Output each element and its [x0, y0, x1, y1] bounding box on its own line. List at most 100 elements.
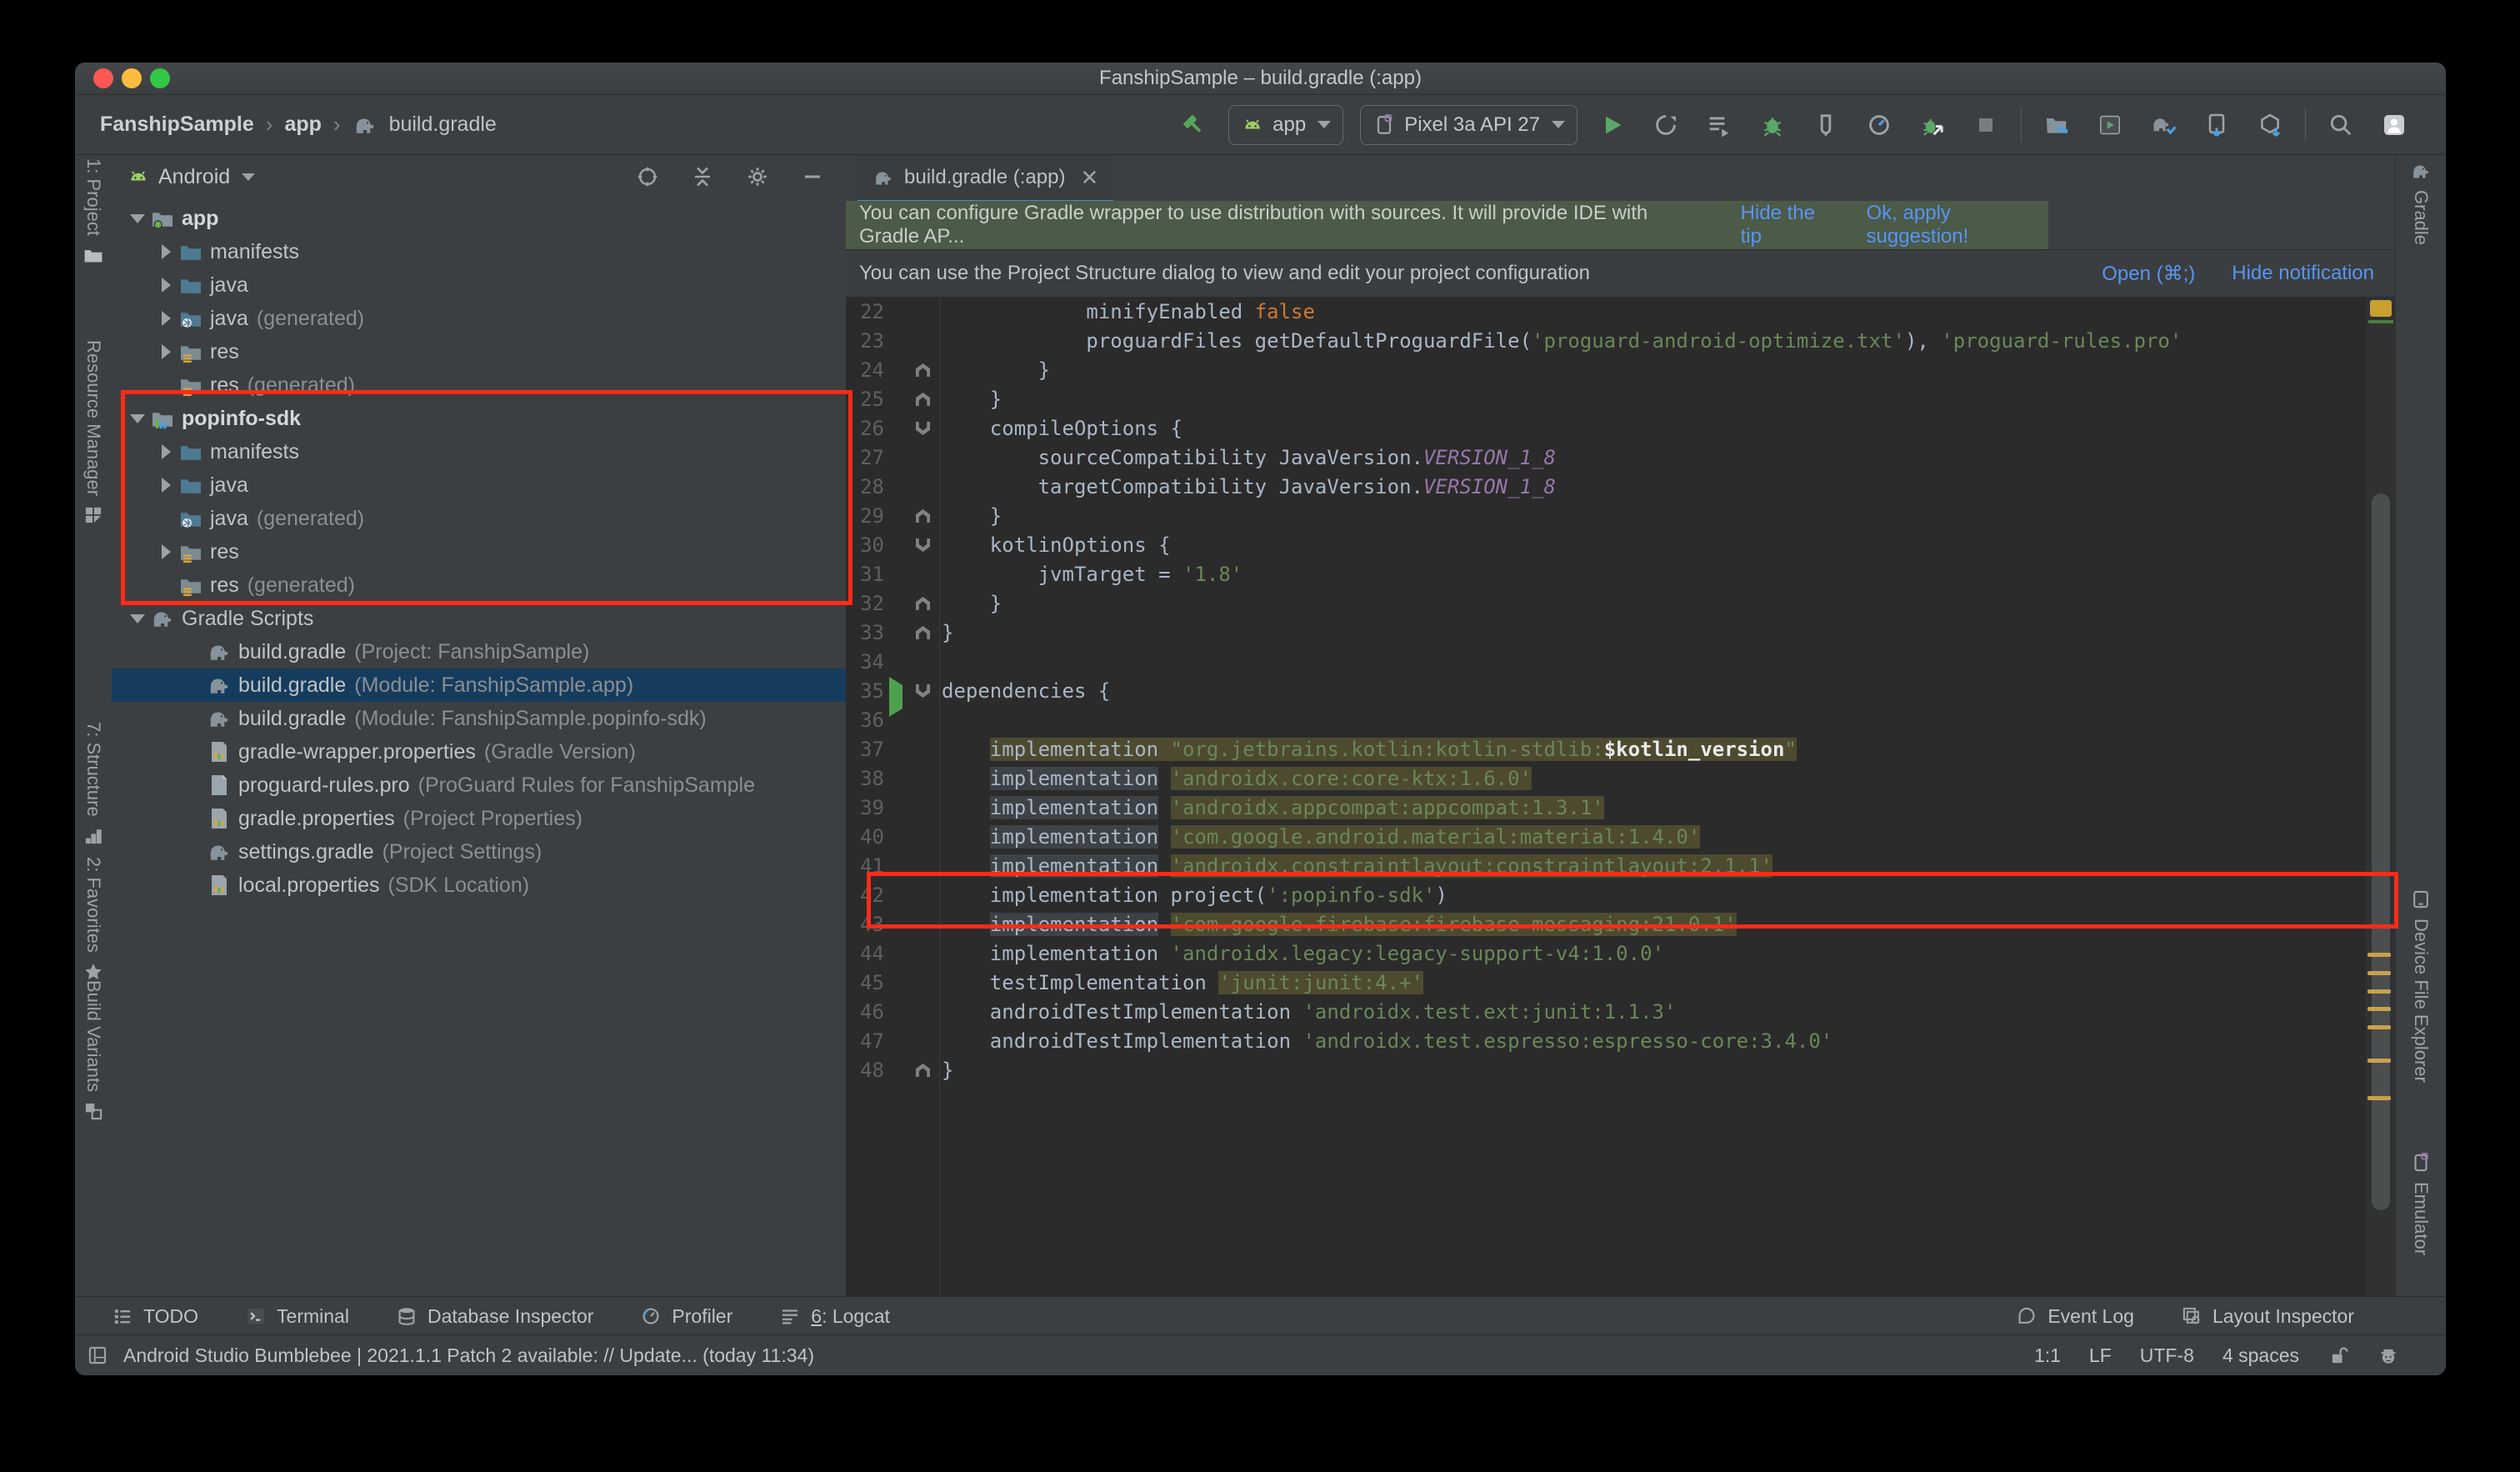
breadcrumb[interactable]: FanshipSample›app›build.gradle: [100, 95, 497, 154]
tree-down-arrow-icon[interactable]: [127, 614, 148, 623]
tree-item-build-gradle[interactable]: build.gradle(Module: FanshipSample.popin…: [112, 702, 846, 735]
daemon-face-icon[interactable]: [2378, 1344, 2399, 1366]
code-line-34[interactable]: 34: [846, 648, 2365, 677]
code-line-33[interactable]: 33}: [846, 618, 2365, 648]
profile-button[interactable]: [1861, 107, 1898, 143]
breadcrumb-item-FanshipSample[interactable]: FanshipSample: [100, 113, 254, 137]
warning-stripe-mark[interactable]: [2368, 971, 2391, 975]
code-line-25[interactable]: 25 }: [846, 385, 2365, 414]
tree-item-app[interactable]: app: [112, 202, 846, 235]
tree-item-res[interactable]: res: [112, 535, 846, 568]
tool-stripe-button-1-project[interactable]: 1: Project: [75, 158, 112, 266]
breadcrumb-item-app[interactable]: app: [284, 113, 321, 137]
fold-down-icon[interactable]: [916, 538, 930, 552]
tree-item-java[interactable]: java: [112, 268, 846, 302]
tool-stripe-button-emulator[interactable]: Emulator: [2396, 1152, 2446, 1255]
code-line-28[interactable]: 28 targetCompatibility JavaVersion.VERSI…: [846, 473, 2365, 502]
close-icon[interactable]: ✕: [1080, 165, 1098, 191]
tree-right-arrow-icon[interactable]: [155, 544, 177, 559]
fold-down-icon[interactable]: [916, 684, 930, 698]
fold-up-icon[interactable]: [916, 393, 930, 406]
tree-right-arrow-icon[interactable]: [155, 478, 177, 493]
tool-stripe-button-device-file-explorer[interactable]: Device File Explorer: [2396, 889, 2446, 1083]
toolwindow-button-database-inspector[interactable]: Database Inspector: [396, 1305, 593, 1328]
fold-up-icon[interactable]: [916, 626, 930, 639]
tree-right-arrow-icon[interactable]: [155, 444, 177, 459]
unlock-icon[interactable]: [2328, 1344, 2349, 1366]
code-line-46[interactable]: 46 androidTestImplementation 'androidx.t…: [846, 998, 2365, 1027]
stop-button[interactable]: [1968, 107, 2004, 143]
tool-stripe-button-2-favorites[interactable]: 2: Favorites: [75, 857, 112, 983]
toolwindow-button-6-logcat[interactable]: 6: Logcat: [779, 1305, 890, 1328]
warning-stripe-mark[interactable]: [2368, 1025, 2391, 1029]
tree-item-manifests[interactable]: manifests: [112, 435, 846, 468]
tree-right-arrow-icon[interactable]: [155, 311, 177, 326]
collapse-all-button[interactable]: [684, 158, 721, 195]
status-widget-4-spaces[interactable]: 4 spaces: [2222, 1344, 2299, 1367]
code-line-30[interactable]: 30 kotlinOptions {: [846, 531, 2365, 560]
run-button[interactable]: [1594, 107, 1631, 143]
open-project-structure-link[interactable]: Open (⌘;): [2102, 262, 2195, 286]
tab-build-gradle-app[interactable]: build.gradle (:app) ✕: [858, 155, 1113, 203]
panel-settings-button[interactable]: [739, 158, 776, 195]
code-line-41[interactable]: 41 implementation 'androidx.constraintla…: [846, 852, 2365, 881]
code-line-38[interactable]: 38 implementation 'androidx.core:core-kt…: [846, 764, 2365, 794]
tree-right-arrow-icon[interactable]: [155, 278, 177, 293]
status-widget-1-1[interactable]: 1:1: [2034, 1344, 2061, 1367]
locate-file-button[interactable]: [629, 158, 666, 195]
tree-item-gradle-properties[interactable]: gradle.properties(Project Properties): [112, 802, 846, 835]
build-list-button[interactable]: [1701, 107, 1738, 143]
code-line-47[interactable]: 47 androidTestImplementation 'androidx.t…: [846, 1027, 2365, 1056]
code-line-39[interactable]: 39 implementation 'androidx.appcompat:ap…: [846, 794, 2365, 823]
fold-up-icon[interactable]: [916, 509, 930, 523]
tool-stripe-button-build-variants[interactable]: Build Variants: [75, 980, 112, 1122]
warning-stripe-mark[interactable]: [2368, 953, 2391, 957]
tree-item-res[interactable]: res: [112, 335, 846, 368]
toolwindow-button-event-log[interactable]: Event Log: [2016, 1305, 2134, 1328]
code-line-43[interactable]: 43 implementation 'com.google.firebase:f…: [846, 910, 2365, 939]
code-line-26[interactable]: 26 compileOptions {: [846, 414, 2365, 443]
tree-item-res[interactable]: res(generated): [112, 368, 846, 402]
apply-suggestion-link[interactable]: Ok, apply suggestion!: [1867, 202, 2048, 248]
breadcrumb-item-build.gradle[interactable]: build.gradle: [389, 113, 497, 137]
sync-project-button[interactable]: [2038, 107, 2075, 143]
device-select[interactable]: Pixel 3a API 27: [1360, 105, 1578, 145]
tree-right-arrow-icon[interactable]: [155, 244, 177, 259]
code-line-40[interactable]: 40 implementation 'com.google.android.ma…: [846, 823, 2365, 852]
fold-down-icon[interactable]: [916, 422, 930, 435]
warning-stripe-mark[interactable]: [2368, 1096, 2391, 1100]
code-line-36[interactable]: 36: [846, 706, 2365, 735]
toolwindow-button-todo[interactable]: TODO: [112, 1305, 198, 1328]
toolwindow-button-terminal[interactable]: Terminal: [245, 1305, 349, 1328]
code-line-27[interactable]: 27 sourceCompatibility JavaVersion.VERSI…: [846, 443, 2365, 473]
code-line-45[interactable]: 45 testImplementation 'junit:junit:4.+': [846, 969, 2365, 998]
tool-window-layout-icon[interactable]: [87, 1344, 108, 1366]
code-line-23[interactable]: 23 proguardFiles getDefaultProguardFile(…: [846, 327, 2365, 356]
tree-item-settings-gradle[interactable]: settings.gradle(Project Settings): [112, 835, 846, 869]
tree-item-manifests[interactable]: manifests: [112, 235, 846, 268]
search-everywhere-button[interactable]: [2322, 107, 2359, 143]
run-configuration-select[interactable]: app: [1228, 105, 1343, 145]
code-line-22[interactable]: 22 minifyEnabled false: [846, 298, 2365, 327]
code-line-44[interactable]: 44 implementation 'androidx.legacy:legac…: [846, 939, 2365, 969]
window-titlebar[interactable]: FanshipSample – build.gradle (:app): [75, 63, 2446, 95]
editor-scrollbar-stripe[interactable]: [2364, 298, 2396, 1297]
tree-item-res[interactable]: res(generated): [112, 568, 846, 602]
gradle-sync-button[interactable]: [2145, 107, 2182, 143]
rerun-button[interactable]: [1648, 107, 1684, 143]
code-line-42[interactable]: 42 implementation project(':popinfo-sdk'…: [846, 881, 2365, 910]
fold-up-icon[interactable]: [916, 1064, 930, 1077]
hide-the-tip-link[interactable]: Hide the tip: [1741, 202, 1837, 248]
tree-item-build-gradle[interactable]: build.gradle(Module: FanshipSample.app): [112, 668, 846, 702]
tree-item-java[interactable]: java: [112, 468, 846, 502]
avd-manager-button[interactable]: [2252, 107, 2288, 143]
code-line-35[interactable]: 35dependencies {: [846, 677, 2365, 706]
toolwindow-button-layout-inspector[interactable]: Layout Inspector: [2181, 1305, 2354, 1328]
code-line-31[interactable]: 31 jvmTarget = '1.8': [846, 560, 2365, 589]
code-line-37[interactable]: 37 implementation "org.jetbrains.kotlin:…: [846, 735, 2365, 764]
project-view-selector[interactable]: Android: [127, 165, 255, 189]
device-manager-button[interactable]: [2092, 107, 2128, 143]
status-message[interactable]: Android Studio Bumblebee | 2021.1.1 Patc…: [123, 1344, 814, 1367]
tree-right-arrow-icon[interactable]: [155, 344, 177, 359]
tree-item-proguard-rules-pro[interactable]: proguard-rules.pro(ProGuard Rules for Fa…: [112, 769, 846, 802]
